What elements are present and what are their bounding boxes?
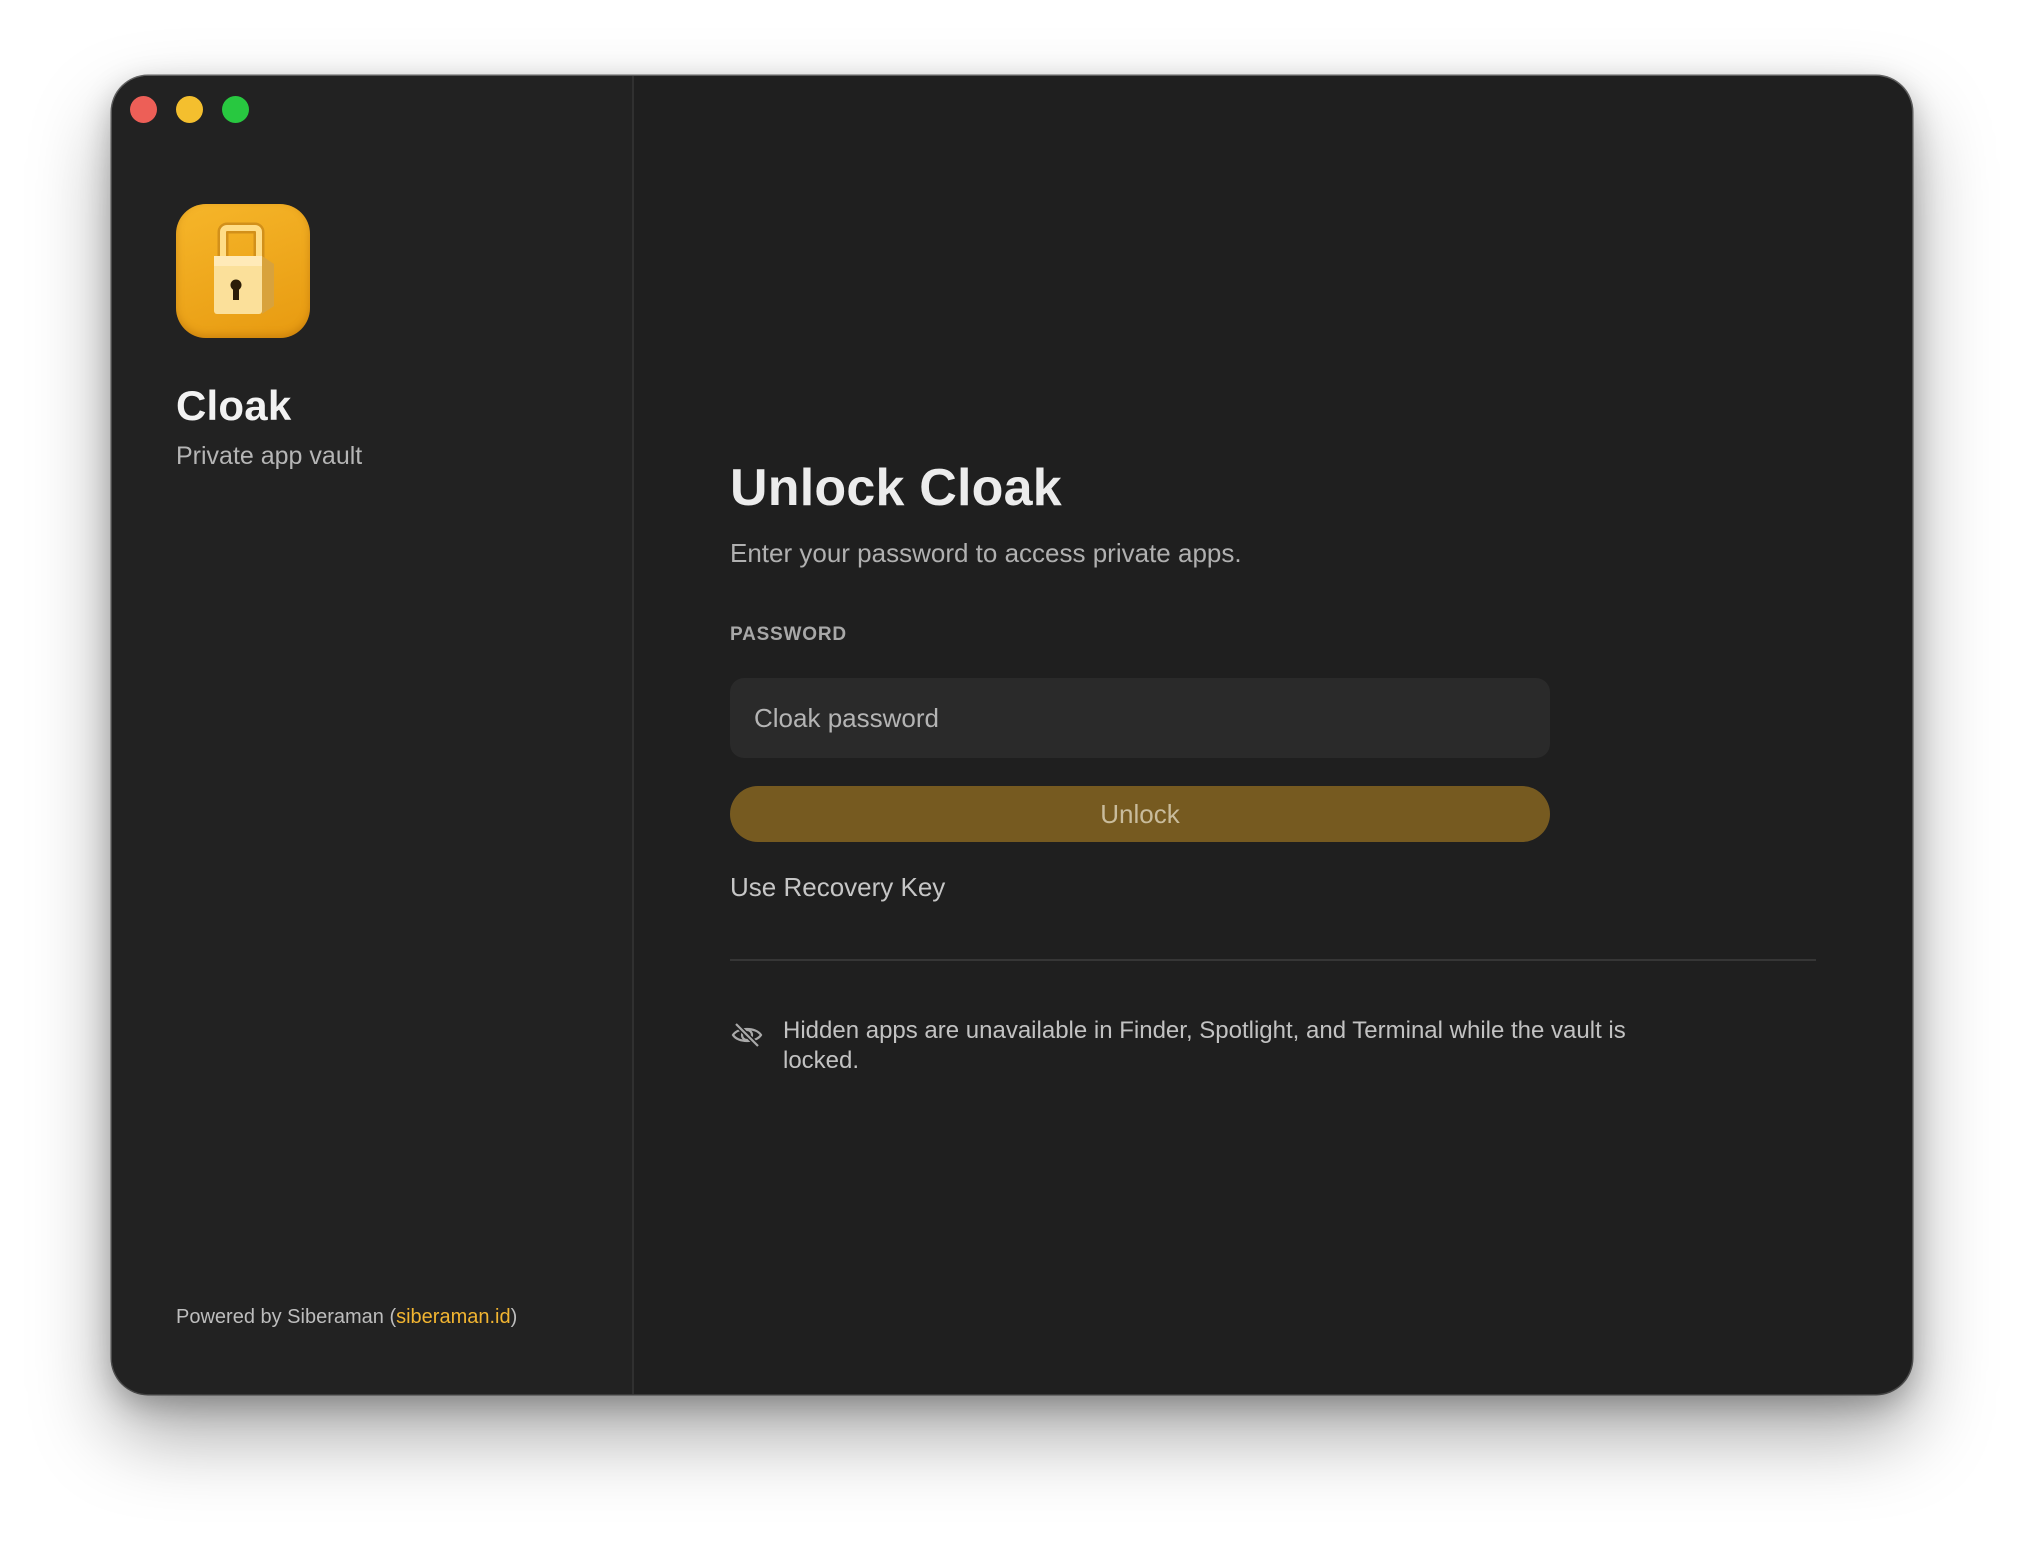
password-input[interactable]: [730, 678, 1550, 758]
eye-slash-icon: [730, 1018, 764, 1052]
powered-by-suffix: ): [510, 1306, 518, 1328]
window-controls: [130, 96, 249, 123]
minimize-window-button[interactable]: [176, 96, 203, 123]
app-name: Cloak: [176, 382, 292, 429]
use-recovery-key-link[interactable]: Use Recovery Key: [730, 872, 945, 903]
app-tagline: Private app vault: [176, 442, 363, 470]
powered-by-footer: Powered by Siberaman (siberaman.id): [176, 1306, 517, 1329]
powered-by-text: Powered by Siberaman (: [176, 1306, 397, 1328]
locked-notice: Hidden apps are unavailable in Finder, S…: [783, 1017, 1626, 1074]
siberaman-link[interactable]: siberaman.id: [396, 1306, 511, 1328]
app-window: Cloak Private app vault Powered by Siber…: [112, 76, 1912, 1394]
page-subtitle: Enter your password to access private ap…: [730, 538, 1242, 568]
unlock-panel: Unlock Cloak Enter your password to acce…: [634, 76, 1912, 1394]
unlock-button[interactable]: Unlock: [730, 786, 1550, 842]
page-title: Unlock Cloak: [730, 459, 1062, 517]
sidebar: Cloak Private app vault Powered by Siber…: [112, 76, 634, 1394]
close-window-button[interactable]: [130, 96, 157, 123]
padlock-icon: [176, 204, 310, 338]
zoom-window-button[interactable]: [222, 96, 249, 123]
password-label: PASSWORD: [730, 624, 847, 645]
divider: [730, 959, 1816, 961]
